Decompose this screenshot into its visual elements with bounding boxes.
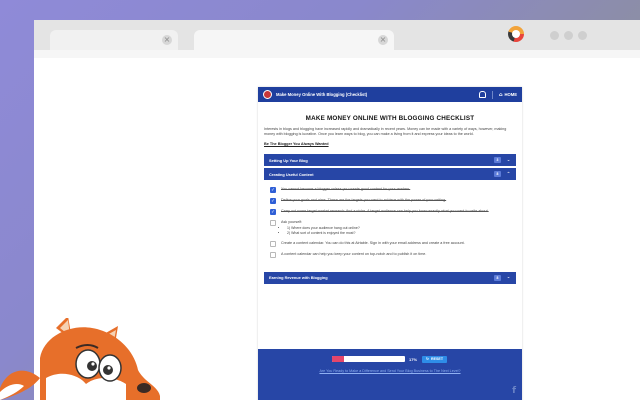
checklist-panel: Make Money Online With Blogging (Checkli… xyxy=(258,87,522,400)
checkbox-unchecked[interactable] xyxy=(270,220,276,227)
window-minimize-button[interactable] xyxy=(550,31,559,40)
window-close-button[interactable] xyxy=(578,31,587,40)
section-setting-up-blog[interactable]: Setting Up Your Blog 3 ⌄ xyxy=(264,154,516,167)
reset-icon: ↻ xyxy=(426,357,430,361)
progress-percent: 17% xyxy=(409,356,418,362)
section-creating-content[interactable]: Creating Useful Content 8 ⌃ xyxy=(264,168,516,181)
bell-icon[interactable] xyxy=(478,91,486,98)
facebook-icon[interactable]: f xyxy=(512,386,516,396)
progress-fill xyxy=(332,356,345,362)
section-label: Setting Up Your Blog xyxy=(269,157,308,163)
panel-footer: 17% ↻ RESET Are You Ready to Make a Diff… xyxy=(258,349,522,400)
reset-button[interactable]: ↻ RESET xyxy=(422,355,448,363)
panel-title: Make Money Online With Blogging (Checkli… xyxy=(276,92,368,97)
section-label: Creating Useful Content xyxy=(269,171,314,177)
home-icon: ⌂ xyxy=(498,91,503,98)
chevron-down-icon[interactable]: ⌄ xyxy=(506,275,511,280)
header-divider xyxy=(491,90,493,99)
checklist-item[interactable]: Ask yourself: 1) Where does your audienc… xyxy=(270,220,510,235)
browser-tab[interactable]: × xyxy=(50,30,178,50)
browser-toolbar xyxy=(34,50,640,58)
item-text: Carry out some target market research: f… xyxy=(281,209,489,214)
fox-nose xyxy=(137,383,151,393)
item-sublist: 1) Where does your audience hang out onl… xyxy=(287,226,360,235)
brand-logo-icon xyxy=(263,90,272,99)
section-label: Earning Revenue with Blogging xyxy=(269,275,328,281)
chevron-up-icon[interactable]: ⌃ xyxy=(506,172,511,177)
checklist-item[interactable]: A content calendar can help you keep you… xyxy=(270,251,510,258)
intro-link[interactable]: Be The Blogger You Always Wanted xyxy=(264,142,516,146)
panel-content: MAKE MONEY ONLINE WITH BLOGGING CHECKLIS… xyxy=(258,115,522,284)
checkbox-checked[interactable]: ✓ xyxy=(270,187,276,194)
intro-text: Interests in blogs and blogging have inc… xyxy=(264,127,507,137)
checklist-item[interactable]: ✓ You cannot become a blogger unless you… xyxy=(270,187,510,194)
sublist-item: 2) What sort of content is enjoyed the m… xyxy=(287,231,360,236)
progress-bar xyxy=(332,356,405,362)
item-body: Ask yourself: 1) Where does your audienc… xyxy=(281,220,360,235)
fox-mascot-illustration xyxy=(0,318,160,400)
checkbox-unchecked[interactable] xyxy=(270,240,276,247)
checklist-item[interactable]: Create a content calendar. You can do th… xyxy=(270,240,510,247)
page-title: MAKE MONEY ONLINE WITH BLOGGING CHECKLIS… xyxy=(305,115,475,122)
home-label: HOME xyxy=(504,92,517,97)
reset-label: RESET xyxy=(431,357,444,361)
tab-close-icon[interactable]: × xyxy=(162,35,172,45)
item-text: Define your goals and aims. These are th… xyxy=(281,198,447,203)
section-earning-revenue[interactable]: Earning Revenue with Blogging 8 ⌄ xyxy=(264,271,516,284)
section-count-badge: 8 xyxy=(494,171,501,178)
progress-row: 17% ↻ RESET xyxy=(332,354,448,364)
item-text: Ask yourself: xyxy=(281,220,303,225)
checklist-item[interactable]: ✓ Define your goals and aims. These are … xyxy=(270,198,510,205)
checkbox-checked[interactable]: ✓ xyxy=(270,209,276,216)
checkbox-checked[interactable]: ✓ xyxy=(270,198,276,205)
item-text: Create a content calendar. You can do th… xyxy=(281,240,465,245)
checklist-items: ✓ You cannot become a blogger unless you… xyxy=(264,180,516,268)
item-text: A content calendar can help you keep you… xyxy=(281,251,427,256)
home-link[interactable]: ⌂ HOME xyxy=(499,92,517,98)
item-text: You cannot become a blogger unless you c… xyxy=(281,187,411,192)
browser-tab-active[interactable]: × xyxy=(194,30,394,50)
chevron-down-icon[interactable]: ⌄ xyxy=(506,158,511,163)
section-count-badge: 8 xyxy=(494,274,501,281)
checkbox-unchecked[interactable] xyxy=(270,251,276,258)
extension-icon[interactable] xyxy=(508,26,524,42)
panel-header: Make Money Online With Blogging (Checkli… xyxy=(258,87,522,102)
tab-close-icon[interactable]: × xyxy=(378,35,388,45)
checklist-item[interactable]: ✓ Carry out some target market research:… xyxy=(270,209,510,216)
window-maximize-button[interactable] xyxy=(564,31,573,40)
footer-link[interactable]: Are You Ready to Make a Difference and S… xyxy=(258,369,522,373)
tab-bar: × × xyxy=(34,20,640,50)
section-count-badge: 3 xyxy=(494,157,501,164)
